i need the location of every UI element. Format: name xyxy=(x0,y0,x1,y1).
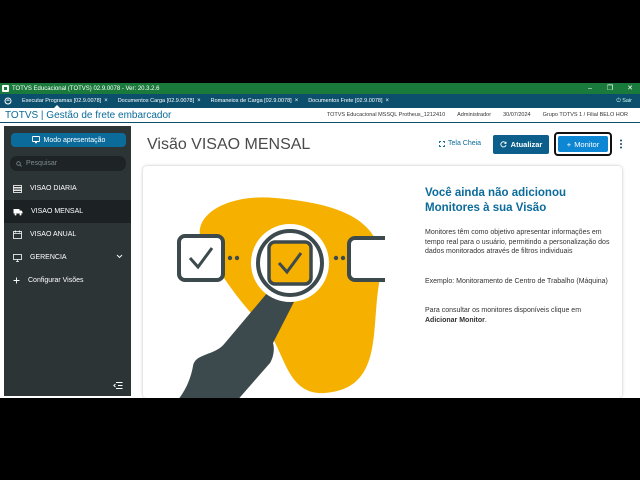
empty-state-example: Exemplo: Monitoramento de Centro de Trab… xyxy=(425,278,608,285)
tab-executar-programas[interactable]: Executar Programas [02.9.0078] × xyxy=(16,94,112,108)
window-title: TOTVS Educacional (TOTVS) 02.9.0078 - Ve… xyxy=(12,85,160,92)
empty-state-description: Monitores têm como objetivo apresentar i… xyxy=(425,229,610,255)
user-info: Administrador xyxy=(457,112,492,118)
plus-icon xyxy=(13,277,20,284)
sidebar-nav: VISAO DIARIA VISAO MENSAL VISAO ANUAL GE… xyxy=(4,177,131,292)
search-icon xyxy=(16,160,22,167)
logout-label: Sair xyxy=(622,97,632,104)
tab-label: Executar Programas [02.9.0078] xyxy=(22,98,102,104)
presentation-icon xyxy=(31,136,40,144)
tab-close-icon[interactable]: × xyxy=(295,98,299,104)
empty-state-illustration xyxy=(177,197,385,398)
main-content: Visão VISAO MENSAL Tela Cheia Atualizar … xyxy=(131,123,640,398)
sidebar-item-label: VISAO MENSAL xyxy=(31,208,84,215)
app-header: TOTVS | Gestão de frete embarcador TOTVS… xyxy=(0,108,640,123)
calendar-icon xyxy=(13,230,22,239)
sidebar-search-input[interactable]: Pesquisar xyxy=(10,156,126,171)
checkbox-right xyxy=(347,236,385,282)
chevron-down-icon[interactable] xyxy=(116,254,123,259)
home-icon[interactable] xyxy=(0,94,16,108)
sidebar-item-visao-mensal[interactable]: VISAO MENSAL xyxy=(4,200,131,223)
tab-bar: Executar Programas [02.9.0078] × Document… xyxy=(0,94,640,108)
tab-label: Documentos Frete [02.9.0078] xyxy=(308,98,383,104)
empty-state-title: Você ainda não adicionou Monitores à sua… xyxy=(425,187,567,214)
sidebar-item-gerencia[interactable]: GERENCIA xyxy=(4,246,131,269)
tab-label: Documentos Carga [02.9.0078] xyxy=(117,98,195,104)
sidebar: Modo apresentação Pesquisar VISAO DIARIA… xyxy=(4,126,131,396)
window-title-bar: TOTVS Educacional (TOTVS) 02.9.0078 - Ve… xyxy=(0,83,640,94)
monitor-icon xyxy=(13,253,22,262)
app-screen: TOTVS Educacional (TOTVS) 02.9.0078 - Ve… xyxy=(0,83,640,398)
tab-documentos-carga[interactable]: Documentos Carga [02.9.0078] × xyxy=(112,94,205,108)
empty-state-card: Você ainda não adicionou Monitores à sua… xyxy=(143,166,622,398)
sidebar-item-label: VISAO ANUAL xyxy=(30,231,77,238)
fullscreen-button[interactable]: Tela Cheia xyxy=(439,140,481,147)
add-monitor-label: Monitor xyxy=(574,139,600,149)
expand-icon xyxy=(439,140,445,147)
date-info: 30/07/2024 xyxy=(503,112,531,118)
checkbox-left xyxy=(177,234,225,282)
presentation-mode-label: Modo apresentação xyxy=(43,136,106,144)
hint-suffix: . xyxy=(484,316,487,324)
sidebar-item-visao-anual[interactable]: VISAO ANUAL xyxy=(4,223,131,246)
refresh-icon xyxy=(500,141,507,148)
sidebar-item-label: Configurar Visões xyxy=(28,277,84,284)
tab-close-icon[interactable]: × xyxy=(197,98,201,104)
search-placeholder: Pesquisar xyxy=(26,160,58,167)
tab-close-icon[interactable]: × xyxy=(104,98,108,104)
environment-info: TOTVS Educacional MSSQL Protheus_1212410 xyxy=(326,112,446,118)
plus-icon: + xyxy=(566,139,572,149)
tab-label: Romaneios de Carga [02.9.0078] xyxy=(210,98,292,104)
app-icon xyxy=(2,85,9,92)
collapse-sidebar-icon[interactable] xyxy=(113,382,123,389)
tab-close-icon[interactable]: × xyxy=(386,98,390,104)
sidebar-item-label: VISAO DIARIA xyxy=(30,185,77,192)
minimize-icon[interactable]: – xyxy=(580,83,600,94)
tab-romaneios-carga[interactable]: Romaneios de Carga [02.9.0078] × xyxy=(205,94,303,108)
tab-documentos-frete[interactable]: Documentos Frete [02.9.0078] × xyxy=(302,94,393,108)
more-options-icon[interactable] xyxy=(619,139,623,149)
layers-icon xyxy=(13,184,22,193)
refresh-label: Atualizar xyxy=(510,140,543,149)
add-monitor-link: Adicionar Monitor xyxy=(425,316,485,324)
sidebar-item-visao-diaria[interactable]: VISAO DIARIA xyxy=(4,177,131,200)
fullscreen-label: Tela Cheia xyxy=(448,140,482,147)
sidebar-item-configurar-visoes[interactable]: Configurar Visões xyxy=(4,269,131,292)
maximize-icon[interactable]: ❐ xyxy=(600,83,620,94)
checkbox-center xyxy=(267,240,313,286)
logout-button[interactable]: ⏻ Sair xyxy=(616,98,632,105)
brand-title: TOTVS | Gestão de frete embarcador xyxy=(5,109,172,121)
add-monitor-button[interactable]: + Monitor xyxy=(554,132,612,156)
refresh-button[interactable]: Atualizar xyxy=(493,135,549,154)
presentation-mode-button[interactable]: Modo apresentação xyxy=(11,133,126,147)
branch-info: Grupo TOTVS 1 / Filial BELO HOR xyxy=(542,112,628,118)
empty-state-hint: Para consultar os monitores disponíveis … xyxy=(425,306,615,325)
truck-icon xyxy=(13,208,23,215)
sidebar-item-label: GERENCIA xyxy=(30,254,67,261)
hint-prefix: Para consultar os monitores disponíveis … xyxy=(425,307,582,314)
page-title: Visão VISAO MENSAL xyxy=(147,136,311,153)
close-icon[interactable]: ✕ xyxy=(620,83,640,94)
